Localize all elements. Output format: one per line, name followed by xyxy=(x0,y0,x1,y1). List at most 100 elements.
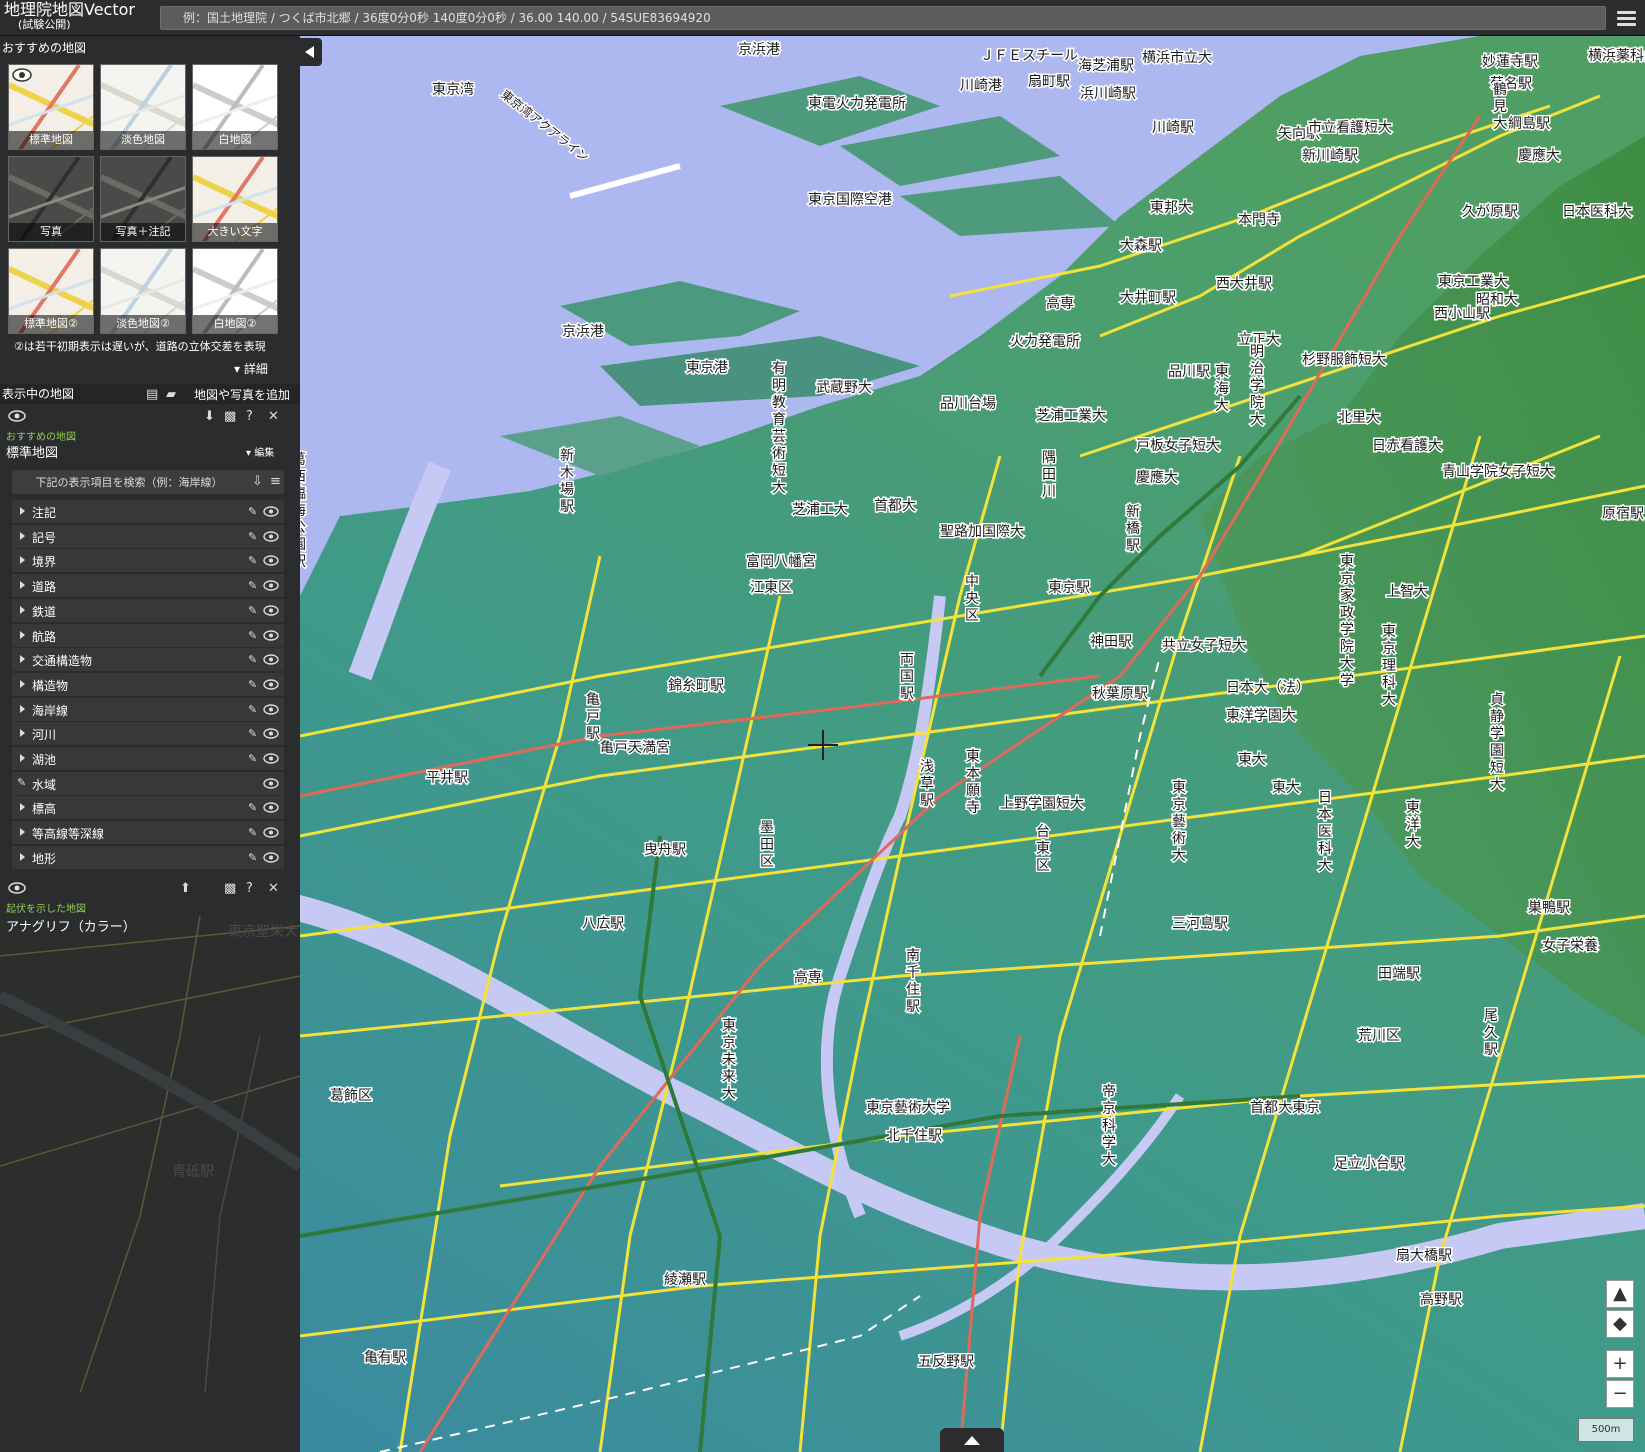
hamburger-menu-button[interactable] xyxy=(1614,6,1640,30)
layer-tree-row[interactable]: 境界 ✎ xyxy=(12,549,284,574)
layer-item-search-input[interactable] xyxy=(12,470,246,494)
map-view[interactable]: 東京湾 京浜港 ＪＦＥスチール 横浜市立大 東電火力発電所 扇町駅 海芝浦駅 浜川崎駅 川崎港川… xyxy=(300,36,1645,1452)
visibility-eye-icon[interactable] xyxy=(263,530,279,542)
map-thumbnail[interactable]: 白地図 xyxy=(192,64,278,150)
layer-tree-row[interactable]: 構造物 ✎ xyxy=(12,672,284,697)
map-canvas[interactable]: 東京湾京浜港 ＪＦＥスチール 横浜市立大東電火力発電所扇町駅海芝浦駅浜川崎駅川崎港川… xyxy=(300,36,1645,1452)
visibility-eye-icon[interactable] xyxy=(263,777,279,789)
caret-right-icon[interactable] xyxy=(20,852,25,861)
map-place-label: 日本大（法） xyxy=(1226,680,1310,696)
visibility-eye-icon[interactable] xyxy=(263,703,279,715)
zoom-out-button[interactable]: − xyxy=(1606,1380,1634,1408)
help-icon[interactable]: ? xyxy=(246,410,253,424)
visibility-eye-icon[interactable] xyxy=(8,410,26,422)
pencil-icon[interactable]: ✎ xyxy=(248,752,257,766)
map-thumbnail[interactable]: 標準地図 xyxy=(8,64,94,150)
location-search-input[interactable] xyxy=(161,7,1605,29)
visibility-eye-icon[interactable] xyxy=(263,506,279,517)
folder-icon[interactable]: ▰ xyxy=(166,388,176,402)
map-thumbnail[interactable]: 写真＋注記 xyxy=(100,156,186,242)
caret-right-icon[interactable] xyxy=(20,556,25,565)
pencil-icon[interactable]: ✎ xyxy=(248,579,257,593)
document-icon[interactable]: ▤ xyxy=(146,388,158,402)
layer-tree-row[interactable]: 等高線等深線 ✎ xyxy=(12,821,284,846)
layer-tree-row[interactable]: 標高 ✎ xyxy=(12,796,284,821)
caret-right-icon[interactable] xyxy=(20,605,25,614)
pencil-icon[interactable]: ✎ xyxy=(248,505,257,519)
layer-tree-row[interactable]: 鉄道 ✎ xyxy=(12,598,284,623)
add-map-button[interactable]: 地図や写真を追加 xyxy=(194,386,290,403)
opacity-icon[interactable]: ▩ xyxy=(224,410,236,424)
caret-right-icon[interactable] xyxy=(20,581,25,590)
list-menu-icon[interactable]: ≡ xyxy=(270,475,281,489)
help-icon[interactable]: ? xyxy=(246,882,253,896)
pencil-icon[interactable]: ✎ xyxy=(248,826,257,840)
map-thumbnail[interactable]: 白地図② xyxy=(192,248,278,334)
pencil-icon[interactable]: ✎ xyxy=(248,851,257,865)
map-thumbnail[interactable]: 大きい文字 xyxy=(192,156,278,242)
map-place-label: 三河島駅 xyxy=(1172,916,1228,932)
opacity-icon[interactable]: ▩ xyxy=(224,882,236,896)
caret-right-icon[interactable] xyxy=(20,729,25,738)
layer-item-search[interactable]: ⇩ ≡ xyxy=(12,470,284,494)
location-search-box[interactable] xyxy=(160,6,1606,30)
visibility-eye-icon[interactable] xyxy=(263,728,279,739)
export-icon[interactable]: ⇩ xyxy=(252,475,263,489)
close-icon[interactable]: ✕ xyxy=(268,882,279,896)
layer-tree-row[interactable]: 湖池 ✎ xyxy=(12,747,284,771)
caret-right-icon[interactable] xyxy=(20,655,25,664)
pencil-icon[interactable]: ✎ xyxy=(17,776,26,790)
visibility-eye-icon[interactable] xyxy=(8,882,26,894)
visibility-eye-icon[interactable] xyxy=(263,753,279,764)
layer-tree-row[interactable]: 海岸線 ✎ xyxy=(12,697,284,722)
map-thumbnail[interactable]: 淡色地図 xyxy=(100,64,186,150)
pencil-icon[interactable]: ✎ xyxy=(248,801,257,815)
zoom-in-button[interactable]: + xyxy=(1606,1350,1634,1378)
edit-toggle[interactable]: ▾ 編集 xyxy=(246,444,274,459)
pencil-icon[interactable]: ✎ xyxy=(248,653,257,667)
sidebar-collapse-button[interactable] xyxy=(300,38,322,66)
compass-button[interactable]: ◆ xyxy=(1606,1310,1634,1338)
move-up-icon[interactable]: ⬆ xyxy=(180,882,191,896)
bottom-panel-toggle[interactable] xyxy=(940,1428,1004,1452)
pencil-icon[interactable]: ✎ xyxy=(248,530,257,544)
caret-right-icon[interactable] xyxy=(20,531,25,540)
map-thumbnail[interactable]: 標準地図② xyxy=(8,248,94,334)
caret-right-icon[interactable] xyxy=(20,754,25,762)
pencil-icon[interactable]: ✎ xyxy=(248,678,257,692)
caret-right-icon[interactable] xyxy=(20,679,25,688)
visibility-eye-icon[interactable] xyxy=(263,852,279,863)
visibility-eye-icon[interactable] xyxy=(263,629,279,641)
caret-right-icon[interactable] xyxy=(20,803,25,812)
caret-right-icon[interactable] xyxy=(20,704,25,713)
close-icon[interactable]: ✕ xyxy=(268,410,279,424)
layer-tree-row[interactable]: 地形 ✎ xyxy=(12,845,284,870)
map-thumbnail[interactable]: 写真 xyxy=(8,156,94,242)
layer-tree-row[interactable]: 交通構造物 ✎ xyxy=(12,648,284,673)
caret-right-icon[interactable] xyxy=(20,630,25,639)
detail-toggle[interactable]: ▾ 詳細 xyxy=(234,360,268,377)
pencil-icon[interactable]: ✎ xyxy=(248,629,257,643)
tilt-up-button[interactable]: ▲ xyxy=(1606,1280,1634,1308)
visibility-eye-icon[interactable] xyxy=(263,827,279,838)
visibility-eye-icon[interactable] xyxy=(263,555,279,567)
layer-tree-row[interactable]: 航路 ✎ xyxy=(12,623,284,648)
download-icon[interactable]: ⬇ xyxy=(204,410,215,424)
layer-tree-row[interactable]: 道路 ✎ xyxy=(12,574,284,599)
visibility-eye-icon[interactable] xyxy=(263,654,279,665)
pencil-icon[interactable]: ✎ xyxy=(248,604,257,618)
pencil-icon[interactable]: ✎ xyxy=(248,554,257,568)
pencil-icon[interactable]: ✎ xyxy=(248,703,257,717)
layer-tree-row[interactable]: ✎ 水域 xyxy=(12,771,284,796)
visibility-eye-icon[interactable] xyxy=(263,679,279,690)
visibility-eye-icon[interactable] xyxy=(263,802,279,814)
pencil-icon[interactable]: ✎ xyxy=(248,727,257,741)
visibility-eye-icon[interactable] xyxy=(263,580,279,591)
caret-right-icon[interactable] xyxy=(20,507,25,515)
layer-tree-row[interactable]: 注記 ✎ xyxy=(12,500,284,524)
layer-tree-row[interactable]: 河川 ✎ xyxy=(12,722,284,747)
map-thumbnail[interactable]: 淡色地図② xyxy=(100,248,186,334)
caret-right-icon[interactable] xyxy=(20,828,25,837)
visibility-eye-icon[interactable] xyxy=(263,605,279,616)
layer-tree-row[interactable]: 記号 ✎ xyxy=(12,524,284,549)
